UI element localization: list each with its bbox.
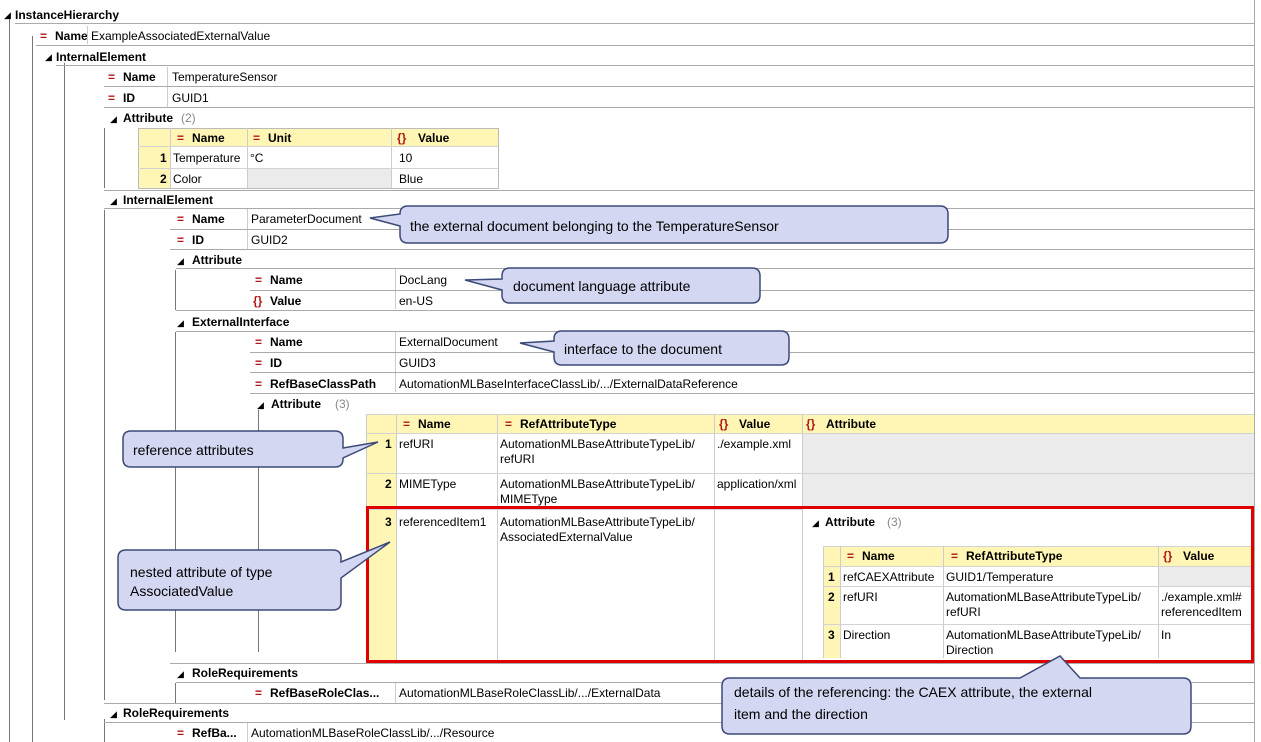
callout-details-text-2: item and the direction xyxy=(734,706,868,722)
callout-nested-text-1: nested attribute of type xyxy=(130,564,273,580)
callout-nested-text-2: AssociatedValue xyxy=(130,583,233,599)
callout-external-document-text: the external document belonging to the T… xyxy=(410,218,779,234)
callout-layer: the external document belonging to the T… xyxy=(117,205,1192,735)
callout-doc-lang-text: document language attribute xyxy=(513,278,691,294)
callout-interface-text: interface to the document xyxy=(564,341,722,357)
callout-details-text-1: details of the referencing: the CAEX att… xyxy=(734,684,1092,700)
callout-reference-attrs-text: reference attributes xyxy=(133,442,254,458)
